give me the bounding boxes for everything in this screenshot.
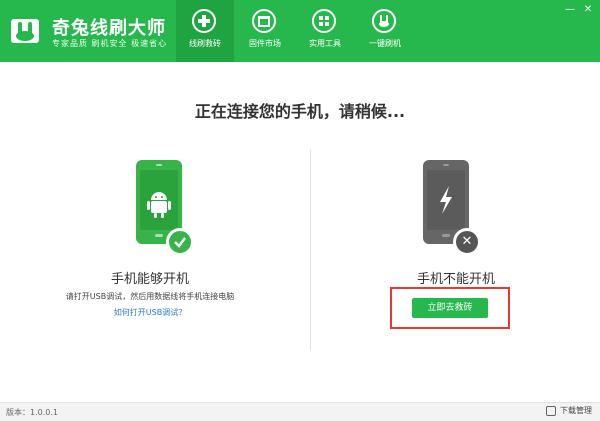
app-window: 奇兔线刷大师 专家品质 刷机安全 极速省心 线刷救砖 固件市场 实用工具 一键刷… bbox=[0, 0, 600, 421]
tab-label: 一键刷机 bbox=[369, 39, 401, 48]
x-icon: ✕ bbox=[453, 228, 481, 256]
app-subtitle: 专家品质 刷机安全 极速省心 bbox=[52, 39, 168, 48]
usb-debug-instructions: 请打开USB调试，然后用数据线将手机连接电脑 bbox=[65, 292, 235, 301]
rescue-now-button[interactable]: 立即去救砖 bbox=[412, 298, 488, 318]
lightning-bolt-icon bbox=[440, 186, 452, 214]
rabbit-logo-icon bbox=[11, 19, 39, 43]
android-robot-icon bbox=[147, 192, 171, 218]
download-manager-button[interactable]: 下载管理 bbox=[546, 405, 592, 416]
can-boot-title: 手机能够开机 bbox=[110, 272, 189, 287]
tab-flash-rescue[interactable]: 线刷救砖 bbox=[176, 0, 234, 62]
tab-firmware-market[interactable]: 固件市场 bbox=[236, 0, 294, 62]
tab-one-click-flash[interactable]: 一键刷机 bbox=[356, 0, 414, 62]
tab-utility-tools[interactable]: 实用工具 bbox=[296, 0, 354, 62]
tab-label: 固件市场 bbox=[249, 39, 281, 48]
highlight-box: 立即去救砖 bbox=[390, 287, 510, 329]
window-controls: — ✕ bbox=[564, 4, 594, 16]
check-icon bbox=[166, 228, 194, 256]
version-label: 版本：1.0.0.1 bbox=[6, 408, 58, 417]
download-manager-label: 下载管理 bbox=[560, 406, 592, 415]
cannot-boot-title: 手机不能开机 bbox=[416, 272, 495, 287]
header-bar: 奇兔线刷大师 专家品质 刷机安全 极速省心 线刷救砖 固件市场 实用工具 一键刷… bbox=[0, 0, 600, 62]
panel-can-boot: 手机能够开机 请打开USB调试，然后用数据线将手机连接电脑 如何打开USB调试？ bbox=[0, 160, 300, 360]
grid-icon bbox=[312, 9, 336, 33]
plus-cross-icon bbox=[192, 9, 216, 33]
close-button[interactable]: ✕ bbox=[582, 4, 594, 16]
store-icon bbox=[252, 9, 276, 33]
rabbit-icon bbox=[372, 9, 396, 33]
panel-cannot-boot: ✕ 手机不能开机 立即去救砖 bbox=[310, 160, 600, 360]
how-to-enable-usb-debug-link[interactable]: 如何打开USB调试？ bbox=[0, 307, 300, 318]
main-nav: 线刷救砖 固件市场 实用工具 一键刷机 bbox=[176, 0, 416, 62]
minimize-button[interactable]: — bbox=[564, 4, 576, 16]
tab-label: 线刷救砖 bbox=[189, 39, 221, 48]
app-title: 奇兔线刷大师 bbox=[52, 18, 166, 39]
tab-label: 实用工具 bbox=[309, 39, 341, 48]
download-icon bbox=[546, 405, 556, 416]
status-bar: 版本：1.0.0.1 下载管理 bbox=[0, 402, 600, 421]
connecting-heading: 正在连接您的手机，请稍候... bbox=[194, 102, 406, 121]
